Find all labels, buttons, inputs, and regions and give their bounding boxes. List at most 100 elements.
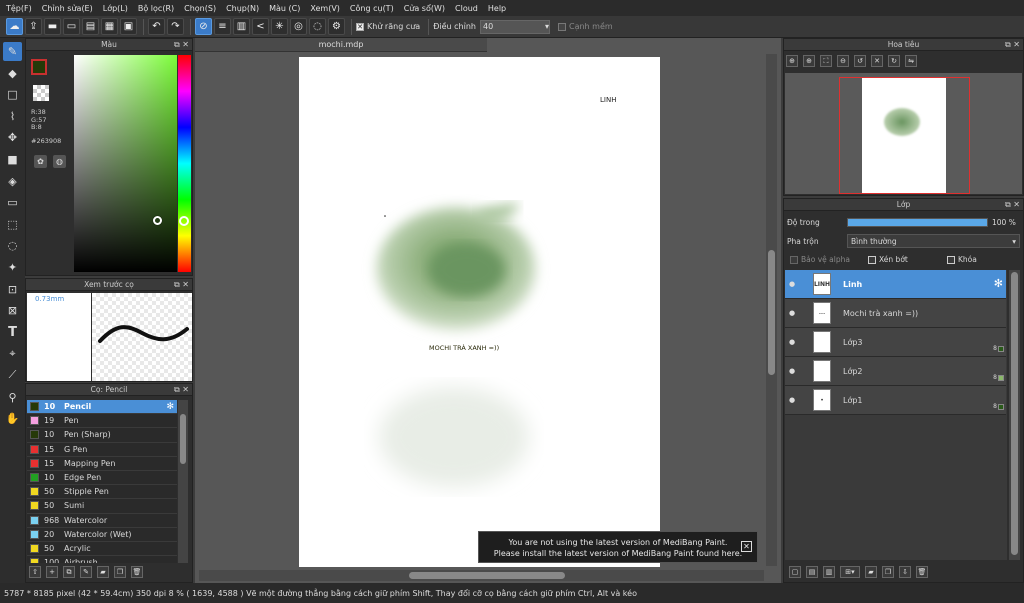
canvas-vertical-scrollbar[interactable]: [766, 54, 777, 566]
brush-copy-icon[interactable]: ⧉: [63, 566, 75, 578]
brush-tool-icon[interactable]: ✎: [3, 42, 22, 61]
brush-list-scrollbar[interactable]: [178, 400, 188, 563]
brush-duplicate-icon[interactable]: ❐: [114, 566, 126, 578]
close-icon[interactable]: ✕: [741, 541, 752, 552]
merge-layer-icon[interactable]: ⇩: [899, 566, 911, 578]
parallel-snap-icon[interactable]: ≡: [214, 18, 231, 35]
adjust-select[interactable]: 40 ▾: [479, 19, 550, 34]
eyedropper-icon[interactable]: ⚲: [3, 388, 22, 407]
shape-fill-icon[interactable]: ■: [3, 150, 22, 169]
menu-layer[interactable]: Lớp(L): [103, 4, 128, 13]
brush-item[interactable]: 19 Pen: [27, 414, 177, 429]
secondary-color-swatch[interactable]: [33, 85, 49, 101]
blend-mode-select[interactable]: Bình thường ▾: [847, 234, 1020, 248]
zoom-icon[interactable]: ⊕: [803, 55, 815, 67]
canvas-horizontal-scrollbar[interactable]: [199, 570, 764, 581]
sv-cursor[interactable]: [153, 216, 162, 225]
snap-settings-icon[interactable]: ⚙: [328, 18, 345, 35]
panel-icon[interactable]: ▣: [120, 18, 137, 35]
clip-option[interactable]: Xén bớt: [868, 255, 908, 264]
undo-icon[interactable]: ↶: [148, 18, 165, 35]
opacity-slider[interactable]: [847, 218, 988, 227]
bucket-tool-icon[interactable]: ◈: [3, 172, 22, 191]
grid-page-icon[interactable]: ▦: [101, 18, 118, 35]
menu-tools[interactable]: Công cụ(T): [350, 4, 394, 13]
share-icon[interactable]: ⇪: [25, 18, 42, 35]
layer-row[interactable]: ● LINH Linh ✻: [785, 270, 1006, 299]
rotate-right-icon[interactable]: ↻: [888, 55, 900, 67]
clip-checkbox[interactable]: [868, 255, 876, 264]
vanishing-snap-icon[interactable]: <: [252, 18, 269, 35]
brush-item[interactable]: 968 Watercolor: [27, 513, 177, 528]
gradient-tool-icon[interactable]: ▭: [3, 193, 22, 212]
rotate-reset-icon[interactable]: ✕: [871, 55, 883, 67]
panel-close-icon[interactable]: ⧉ ✕: [174, 39, 189, 51]
page-icon[interactable]: ▤: [82, 18, 99, 35]
brush-item[interactable]: 50 Sumi: [27, 499, 177, 514]
primary-color-swatch[interactable]: [31, 59, 47, 75]
eye-icon[interactable]: ●: [785, 328, 799, 356]
eraser-tool-icon[interactable]: ◆: [3, 64, 22, 83]
gear-icon[interactable]: ✻: [994, 277, 1003, 290]
lock-checkbox[interactable]: [947, 255, 955, 264]
fit-icon[interactable]: ⛶: [820, 55, 832, 67]
operation-tool-icon[interactable]: ⌖: [3, 344, 22, 363]
magic-wand-icon[interactable]: ✦: [3, 258, 22, 277]
scrollbar-thumb[interactable]: [180, 414, 186, 464]
menu-cloud[interactable]: Cloud: [455, 4, 478, 13]
layer-row[interactable]: ● • Lớp1 8: [785, 386, 1006, 415]
menu-filter[interactable]: Bộ lọc(R): [138, 4, 174, 13]
layer-row[interactable]: ● --- Mochi trà xanh =)): [785, 299, 1006, 328]
lasso-brush-icon[interactable]: ⌇: [3, 107, 22, 126]
select-pen-icon[interactable]: ⊡: [3, 280, 22, 299]
protect-alpha-checkbox[interactable]: [790, 255, 798, 264]
menu-window[interactable]: Cửa sổ(W): [404, 4, 445, 13]
eye-icon[interactable]: ●: [785, 357, 799, 385]
trash-icon[interactable]: 🗑: [131, 566, 143, 578]
hue-cursor[interactable]: [179, 216, 189, 226]
brush-add-icon[interactable]: ⇧: [29, 566, 41, 578]
document-tab[interactable]: mochi.mdp: [195, 38, 487, 52]
zoom-out-icon[interactable]: ⊖: [837, 55, 849, 67]
scrollbar-thumb[interactable]: [409, 572, 565, 579]
lasso-select-icon[interactable]: ◌: [3, 236, 22, 255]
brush-new-icon[interactable]: +: [46, 566, 58, 578]
hue-slider[interactable]: [178, 55, 191, 272]
snap-off-icon[interactable]: ⊘: [195, 18, 212, 35]
balloon-icon[interactable]: ▭: [63, 18, 80, 35]
cross-snap-icon[interactable]: ▥: [233, 18, 250, 35]
trash-icon[interactable]: 🗑: [916, 566, 928, 578]
brush-item[interactable]: 10 Pen (Sharp): [27, 428, 177, 443]
eye-icon[interactable]: ●: [785, 299, 799, 327]
menu-edit[interactable]: Chỉnh sửa(E): [42, 4, 93, 13]
layer-row[interactable]: ● Lớp3 8: [785, 328, 1006, 357]
color-picker-icon[interactable]: ◍: [53, 155, 66, 168]
menu-select[interactable]: Chọn(S): [184, 4, 216, 13]
new-layer-icon[interactable]: ▢: [789, 566, 801, 578]
eye-icon[interactable]: ●: [785, 386, 799, 414]
comment-icon[interactable]: ▬: [44, 18, 61, 35]
new-8bit-layer-icon[interactable]: ▥: [823, 566, 835, 578]
hand-tool-icon[interactable]: ✋: [3, 409, 22, 428]
eye-icon[interactable]: ●: [785, 270, 799, 298]
lock-option[interactable]: Khóa: [947, 255, 977, 264]
menu-capture[interactable]: Chụp(N): [226, 4, 259, 13]
flip-icon[interactable]: ⇋: [905, 55, 917, 67]
brush-item[interactable]: 10 Edge Pen: [27, 470, 177, 486]
layer-list-scrollbar[interactable]: [1009, 270, 1020, 560]
select-rect-icon[interactable]: ⬚: [3, 215, 22, 234]
brush-edit-icon[interactable]: ✎: [80, 566, 92, 578]
move-tool-icon[interactable]: ✥: [3, 128, 22, 147]
update-notification[interactable]: You are not using the latest version of …: [478, 531, 758, 563]
layer-row[interactable]: ● Lớp2 8: [785, 357, 1006, 386]
brush-item[interactable]: 100 Airbrush: [27, 556, 177, 563]
new-halftone-layer-icon[interactable]: ▤: [806, 566, 818, 578]
menu-color[interactable]: Màu (C): [269, 4, 300, 13]
radial-snap-icon[interactable]: ✳: [271, 18, 288, 35]
duplicate-layer-icon[interactable]: ❐: [882, 566, 894, 578]
redo-icon[interactable]: ↷: [167, 18, 184, 35]
scrollbar-thumb[interactable]: [1011, 272, 1018, 555]
folder-icon[interactable]: ▰: [865, 566, 877, 578]
panel-close-icon[interactable]: ⧉ ✕: [174, 384, 189, 396]
menu-file[interactable]: Tệp(F): [6, 4, 32, 13]
